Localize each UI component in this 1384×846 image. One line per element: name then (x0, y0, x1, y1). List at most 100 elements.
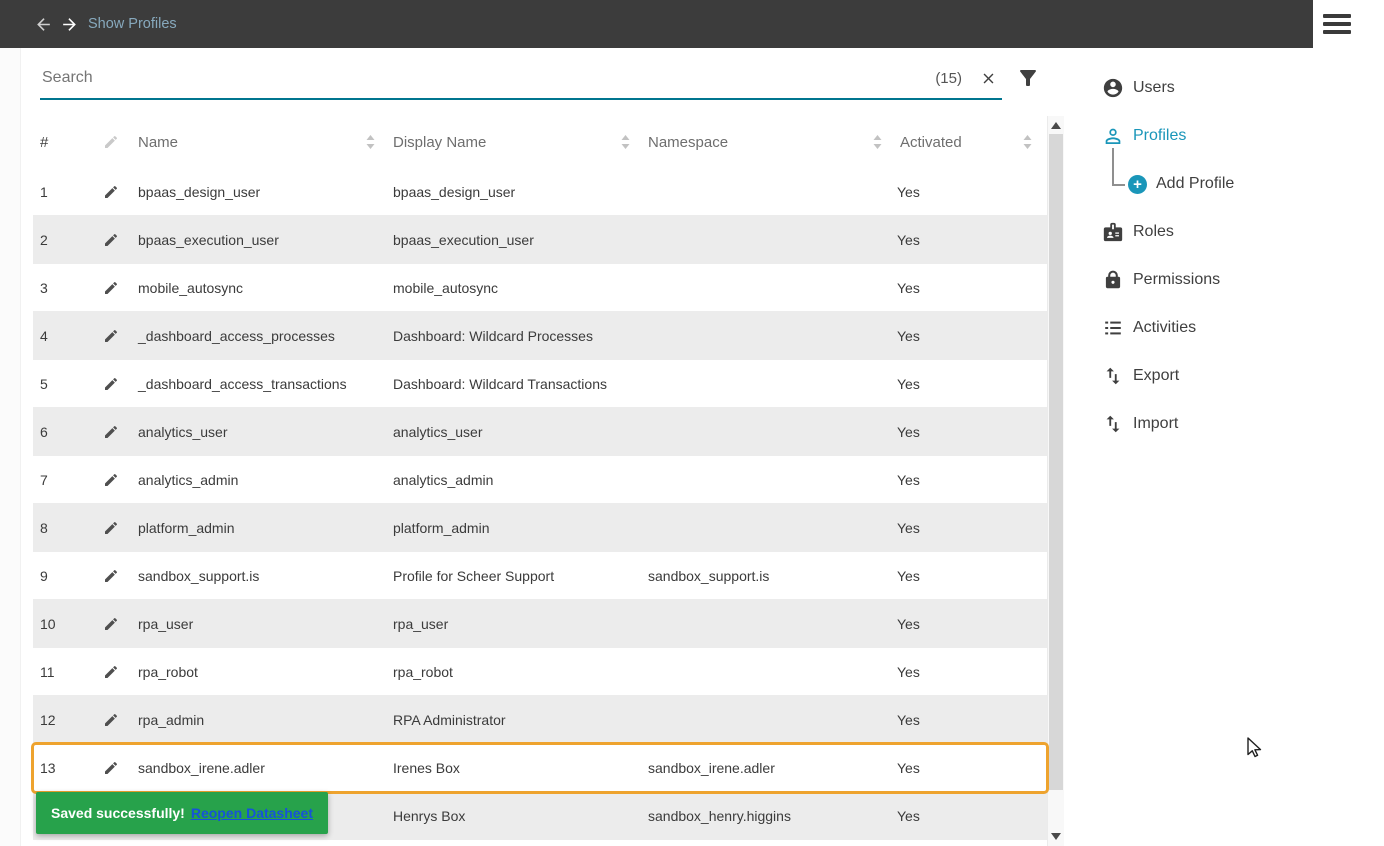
edit-button[interactable] (95, 712, 135, 728)
edit-button[interactable] (95, 664, 135, 680)
sidebar-item-export[interactable]: Export (1090, 352, 1380, 400)
table-header: # Name Display Name Namespace Activated (33, 116, 1047, 168)
cell-name: platform_admin (138, 519, 235, 536)
sidebar-label: Import (1133, 415, 1179, 432)
cell-activated: Yes (897, 711, 920, 728)
sidebar-label: Export (1133, 367, 1180, 384)
sidebar-item-activities[interactable]: Activities (1090, 304, 1380, 352)
edit-pencil-icon (105, 135, 118, 148)
edit-button[interactable] (95, 376, 135, 392)
table-row[interactable]: 8 platform_admin platform_admin Yes (33, 504, 1047, 552)
clear-search-button[interactable] (978, 68, 998, 88)
cell-display-name: Profile for Scheer Support (393, 567, 555, 584)
topbar: Show Profiles (0, 0, 1384, 48)
cell-activated: Yes (897, 519, 920, 536)
forward-button[interactable] (58, 13, 80, 35)
table-scrollbar[interactable] (1047, 116, 1064, 846)
cell-activated: Yes (897, 567, 920, 584)
sidebar-label: Permissions (1133, 271, 1221, 288)
cell-display-name: mobile_autosync (393, 279, 499, 296)
reopen-datasheet-link[interactable]: Reopen Datasheet (191, 805, 313, 821)
sidebar-item-roles[interactable]: Roles (1090, 208, 1380, 256)
cell-namespace: sandbox_support.is (648, 567, 770, 584)
cell-name: analytics_admin (138, 471, 239, 488)
sidebar-item-users[interactable]: Users (1090, 64, 1380, 112)
table-row[interactable]: 2 bpaas_execution_user bpaas_execution_u… (33, 216, 1047, 264)
cell-activated: Yes (897, 423, 920, 440)
sidebar-item-import[interactable]: Import (1090, 400, 1380, 448)
cell-display-name: platform_admin (393, 519, 490, 536)
cell-activated: Yes (897, 279, 920, 296)
edit-pencil-icon (105, 281, 118, 294)
sidebar-item-profiles[interactable]: Profiles (1090, 112, 1380, 160)
row-number: 9 (40, 567, 48, 584)
table-row[interactable]: 10 rpa_user rpa_user Yes (33, 600, 1047, 648)
cell-name: sandbox_irene.adler (138, 759, 265, 776)
sidebar-item-add-profile[interactable]: + Add Profile (1090, 148, 1380, 208)
search-field: (15) (40, 58, 1002, 100)
edit-pencil-icon (105, 425, 118, 438)
hamburger-menu-button[interactable] (1313, 0, 1384, 48)
edit-button[interactable] (95, 328, 135, 344)
header-display-name[interactable]: Display Name (390, 134, 645, 151)
sort-icon[interactable] (872, 134, 883, 150)
scrollbar-thumb[interactable] (1049, 134, 1063, 790)
table-row[interactable]: 9 sandbox_support.is Profile for Scheer … (33, 552, 1047, 600)
cell-display-name: analytics_user (393, 423, 483, 440)
close-icon (983, 73, 993, 83)
table-row[interactable]: 3 mobile_autosync mobile_autosync Yes (33, 264, 1047, 312)
edit-button[interactable] (95, 184, 135, 200)
scroll-up-arrow-icon[interactable] (1051, 122, 1061, 129)
edit-button[interactable] (95, 520, 135, 536)
header-activated[interactable]: Activated (897, 134, 1047, 151)
table-row[interactable]: 1 bpaas_design_user bpaas_design_user Ye… (33, 168, 1047, 216)
back-button[interactable] (32, 13, 54, 35)
filter-button[interactable] (1016, 66, 1040, 90)
edit-button[interactable] (95, 472, 135, 488)
cell-activated: Yes (897, 231, 920, 248)
cell-display-name: analytics_admin (393, 471, 494, 488)
row-number: 7 (40, 471, 48, 488)
sort-icon[interactable] (620, 134, 631, 150)
cell-activated: Yes (897, 615, 920, 632)
row-number: 2 (40, 231, 48, 248)
cell-activated: Yes (897, 807, 920, 824)
search-input[interactable] (40, 68, 936, 88)
edit-pencil-icon (105, 233, 118, 246)
tree-connector (1112, 148, 1125, 186)
table-row[interactable]: 13 sandbox_irene.adler Irenes Box sandbo… (31, 742, 1049, 794)
sort-icon[interactable] (1022, 134, 1033, 150)
scroll-down-arrow-icon[interactable] (1051, 833, 1061, 840)
table-row[interactable]: 12 rpa_admin RPA Administrator Yes (33, 696, 1047, 744)
edit-pencil-icon (105, 665, 118, 678)
arrow-left-icon (36, 17, 50, 31)
cell-display-name: rpa_user (393, 615, 449, 632)
edit-button[interactable] (95, 616, 135, 632)
sidebar-label: Users (1133, 79, 1175, 96)
edit-button[interactable] (95, 280, 135, 296)
table-row[interactable]: 6 analytics_user analytics_user Yes (33, 408, 1047, 456)
cell-display-name: bpaas_design_user (393, 183, 516, 200)
sort-icon[interactable] (365, 134, 376, 150)
cell-display-name: Dashboard: Wildcard Processes (393, 327, 593, 344)
edit-button[interactable] (95, 232, 135, 248)
table-row[interactable]: 11 rpa_robot rpa_robot Yes (33, 648, 1047, 696)
edit-pencil-icon (105, 761, 118, 774)
edit-button[interactable] (95, 568, 135, 584)
sidebar-item-permissions[interactable]: Permissions (1090, 256, 1380, 304)
edit-pencil-icon (105, 473, 118, 486)
edit-button[interactable] (95, 760, 135, 776)
hamburger-icon (1323, 14, 1351, 18)
app-window: Show Profiles (15) # Name Display Name (0, 0, 1384, 846)
header-name[interactable]: Name (135, 134, 390, 151)
table-row[interactable]: 5 _dashboard_access_transactions Dashboa… (33, 360, 1047, 408)
table-row[interactable]: 4 _dashboard_access_processes Dashboard:… (33, 312, 1047, 360)
header-namespace[interactable]: Namespace (645, 134, 897, 151)
arrow-right-icon (62, 17, 76, 31)
row-number: 12 (40, 711, 56, 728)
row-number: 11 (40, 663, 55, 680)
cell-name: rpa_admin (138, 711, 205, 728)
row-number: 1 (40, 183, 48, 200)
table-row[interactable]: 7 analytics_admin analytics_admin Yes (33, 456, 1047, 504)
edit-button[interactable] (95, 424, 135, 440)
